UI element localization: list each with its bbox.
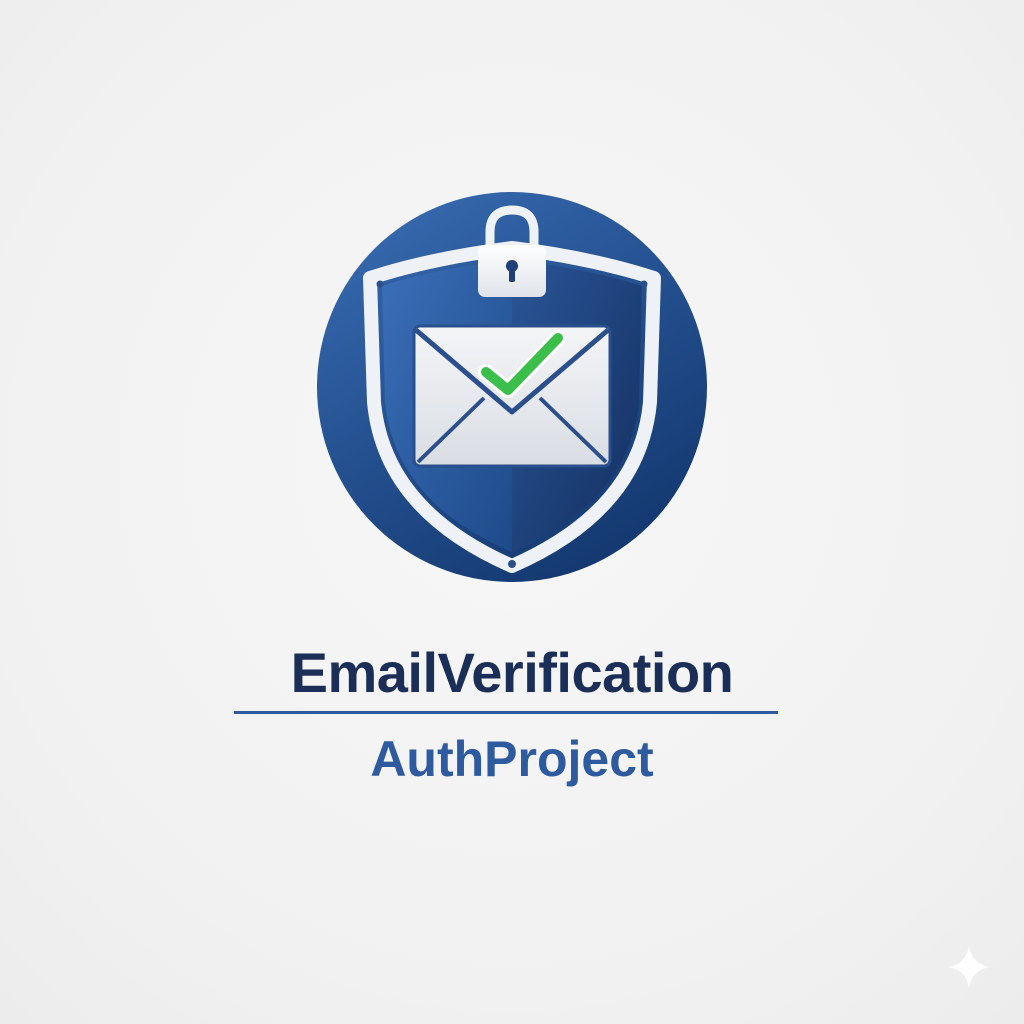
logo-emblem (312, 190, 712, 590)
logo-title: EmailVerification (290, 641, 734, 704)
logo-subtitle: AuthProject (370, 731, 654, 787)
logo-page: EmailVerification AuthProject (0, 0, 1024, 1024)
title-divider (234, 711, 778, 714)
sparkle-icon (946, 944, 992, 990)
